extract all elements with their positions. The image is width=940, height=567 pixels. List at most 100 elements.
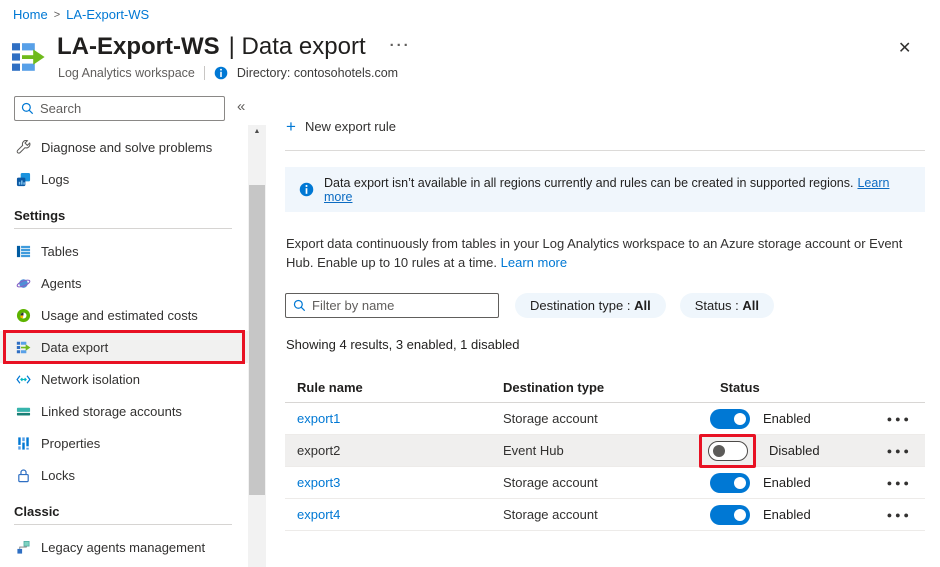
breadcrumb-workspace-link[interactable]: LA-Export-WS [66, 7, 149, 22]
logs-icon [15, 171, 31, 187]
new-export-rule-label: New export rule [305, 119, 396, 134]
sidebar-item-network-isolation[interactable]: Network isolation [0, 363, 248, 395]
status-toggle[interactable] [710, 473, 750, 493]
close-icon[interactable]: ✕ [898, 38, 911, 58]
header-subtitle: Log Analytics workspace Directory: conto… [58, 66, 398, 80]
status-toggle-wrap [710, 473, 750, 493]
destination-type-cell: Storage account [503, 411, 710, 426]
sidebar-item-tables[interactable]: Tables [0, 235, 248, 267]
status-toggle[interactable] [708, 441, 748, 461]
row-context-menu-icon[interactable]: ●●● [887, 510, 925, 520]
rule-name-link[interactable]: export1 [297, 411, 340, 426]
sidebar-item-diagnose[interactable]: Diagnose and solve problems [0, 131, 248, 163]
search-icon [293, 299, 306, 312]
subtitle-divider [204, 66, 205, 80]
rule-name-link[interactable]: export4 [297, 507, 340, 522]
status-label: Enabled [763, 411, 811, 426]
breadcrumb: Home > LA-Export-WS [13, 7, 149, 22]
pill-value: All [634, 298, 651, 313]
section-label: Classic [14, 504, 60, 519]
status-label: Enabled [763, 507, 811, 522]
filter-by-name-input[interactable] [312, 298, 491, 313]
directory-label: Directory: contosohotels.com [237, 66, 398, 80]
table-row-export4: export4 Storage account Enabled ●●● [285, 499, 925, 531]
sidebar-item-properties[interactable]: Properties [0, 427, 248, 459]
sidebar-item-label: Tables [41, 244, 79, 259]
status-toggle-wrap [710, 409, 750, 429]
filter-row: Destination type : All Status : All [285, 293, 774, 318]
filter-by-name-field[interactable] [285, 293, 499, 318]
status-toggle-wrap [710, 505, 750, 525]
sidebar-item-locks[interactable]: Locks [0, 459, 248, 491]
export-rules-table: Rule name Destination type Status export… [285, 372, 925, 531]
sidebar-search[interactable] [14, 96, 225, 121]
sidebar-item-legacy-agents[interactable]: Legacy agents management [0, 531, 248, 563]
sidebar-item-usage[interactable]: Usage and estimated costs [0, 299, 248, 331]
sidebar-item-agents[interactable]: Agents [0, 267, 248, 299]
legacy-agents-icon [15, 539, 31, 555]
network-isolation-icon [15, 371, 31, 387]
sidebar-item-data-export[interactable]: Data export [0, 331, 248, 363]
properties-icon [15, 435, 31, 451]
sidebar-section-classic: Classic [0, 491, 248, 531]
status-label: Enabled [763, 475, 811, 490]
data-export-icon [15, 339, 31, 355]
wrench-icon [15, 139, 31, 155]
description-learn-more-link[interactable]: Learn more [501, 255, 567, 270]
column-header-status: Status [710, 380, 925, 395]
column-header-rule-name: Rule name [285, 380, 503, 395]
sidebar-scrollbar[interactable]: ▲ [248, 125, 266, 567]
sidebar-item-label: Diagnose and solve problems [41, 140, 212, 155]
data-export-icon [10, 39, 46, 75]
collapse-sidebar-icon[interactable]: « [237, 98, 245, 115]
search-icon [21, 102, 34, 115]
workspace-name: LA-Export-WS [57, 33, 220, 61]
scrollbar-thumb[interactable] [249, 185, 265, 495]
title-more-menu-button[interactable]: ··· [390, 37, 411, 54]
row-context-menu-icon[interactable]: ●●● [887, 414, 925, 424]
new-export-rule-button[interactable]: + New export rule [286, 118, 396, 135]
page-title: LA-Export-WS | Data export ··· [57, 33, 411, 61]
table-icon [15, 243, 31, 259]
destination-type-filter-pill[interactable]: Destination type : All [515, 293, 666, 318]
sidebar-item-label: Linked storage accounts [41, 404, 182, 419]
destination-type-cell: Event Hub [503, 443, 710, 458]
destination-type-cell: Storage account [503, 475, 710, 490]
search-input[interactable] [40, 101, 218, 116]
sidebar: « Diagnose and solve problems Logs Setti… [0, 90, 270, 567]
status-toggle[interactable] [710, 409, 750, 429]
row-context-menu-icon[interactable]: ●●● [887, 446, 925, 456]
breadcrumb-separator: > [54, 9, 60, 21]
banner-text: Data export isn’t available in all regio… [324, 176, 911, 204]
plus-icon: + [286, 118, 296, 135]
sidebar-item-label: Usage and estimated costs [41, 308, 198, 323]
agents-icon [15, 275, 31, 291]
pill-label: Status : [695, 298, 739, 313]
sidebar-item-logs[interactable]: Logs [0, 163, 248, 195]
sidebar-item-label: Agents [41, 276, 81, 291]
row-context-menu-icon[interactable]: ●●● [887, 478, 925, 488]
table-row-export1: export1 Storage account Enabled ●●● [285, 403, 925, 435]
lock-icon [15, 467, 31, 483]
description-text: Export data continuously from tables in … [286, 234, 911, 272]
sidebar-item-label: Properties [41, 436, 100, 451]
data-export-blade: Home > LA-Export-WS LA-Export-WS | Data … [0, 0, 940, 567]
destination-type-cell: Storage account [503, 507, 710, 522]
info-icon [214, 66, 228, 80]
rule-name-link[interactable]: export3 [297, 475, 340, 490]
column-header-destination-type: Destination type [503, 380, 710, 395]
sidebar-item-label: Data export [41, 340, 108, 355]
table-header-row: Rule name Destination type Status [285, 372, 925, 403]
status-filter-pill[interactable]: Status : All [680, 293, 774, 318]
sidebar-nav: Diagnose and solve problems Logs Setting… [0, 131, 248, 563]
scrollbar-up-arrow-icon[interactable]: ▲ [248, 128, 266, 135]
sidebar-item-label: Network isolation [41, 372, 140, 387]
sidebar-item-linked-storage[interactable]: Linked storage accounts [0, 395, 248, 427]
results-summary: Showing 4 results, 3 enabled, 1 disabled [286, 337, 519, 352]
breadcrumb-home-link[interactable]: Home [13, 7, 48, 22]
rule-name-link[interactable]: export2 [297, 443, 340, 458]
info-icon [299, 182, 314, 197]
info-banner: Data export isn’t available in all regio… [285, 167, 925, 212]
resource-type-label: Log Analytics workspace [58, 66, 195, 80]
status-toggle[interactable] [710, 505, 750, 525]
